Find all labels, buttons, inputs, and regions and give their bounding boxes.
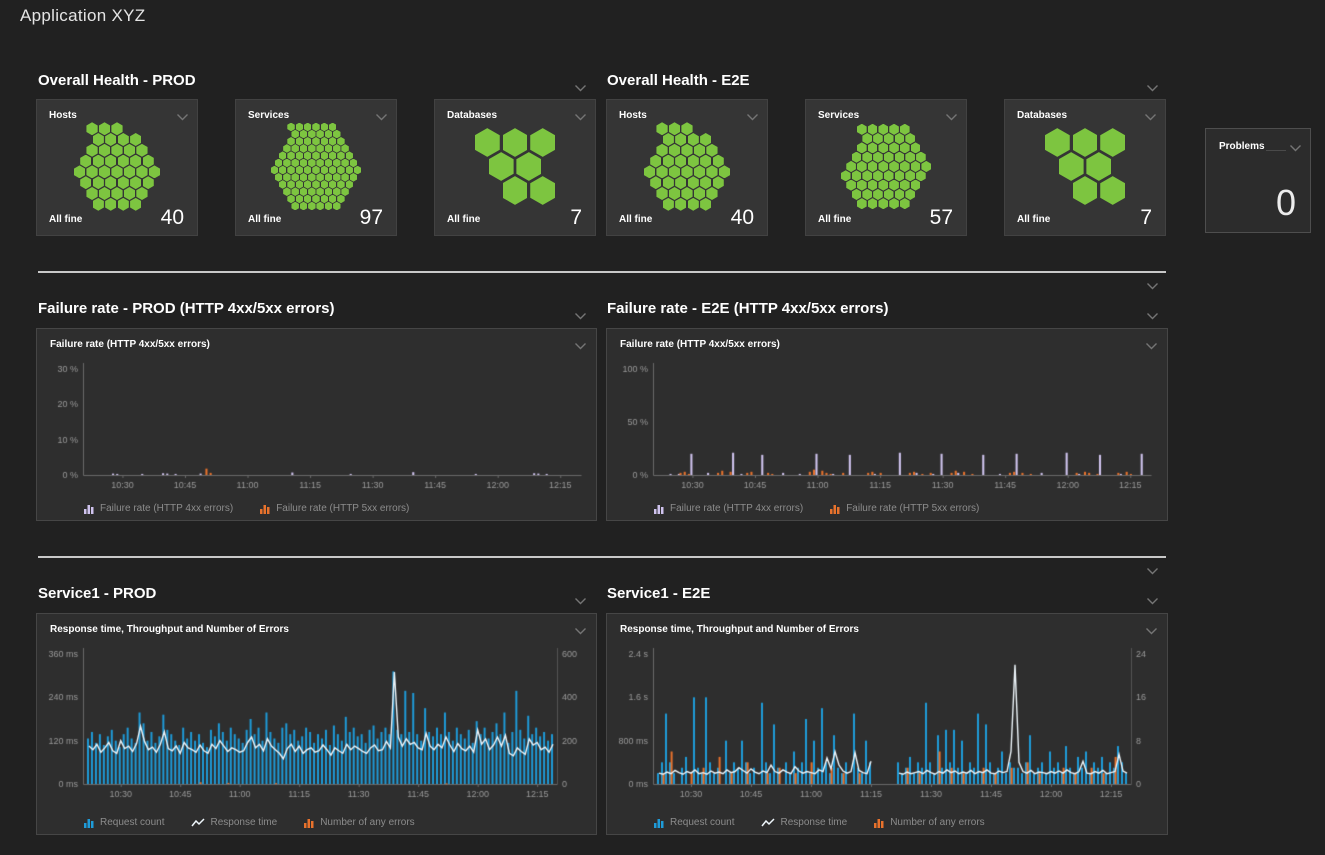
legend-item[interactable]: Number of any errors [303, 817, 414, 828]
tile-status: All fine [1017, 214, 1050, 225]
problems-count: 0 [1276, 182, 1296, 224]
chart-title: Failure rate (HTTP 4xx/5xx errors) [620, 339, 780, 350]
honeycomb-services-prod [246, 124, 386, 209]
tile-count: 57 [930, 206, 953, 230]
section-collapse-chevron[interactable] [1146, 277, 1159, 285]
section-title-service-prod: Service1 - PROD [38, 585, 156, 602]
tile-status: All fine [619, 214, 652, 225]
chart-legend: Request count Response time Number of any … [653, 817, 985, 828]
honeycomb-databases-e2e [1015, 124, 1155, 209]
chevron-down-icon[interactable] [574, 108, 587, 116]
tile-count: 97 [360, 206, 383, 230]
honeycomb-databases-prod [445, 124, 585, 209]
legend-item[interactable]: Response time [191, 817, 278, 828]
chart-title: Response time, Throughput and Number of … [620, 624, 859, 635]
problems-tile[interactable]: Problems 0 [1205, 128, 1311, 233]
tile-label: Services [248, 110, 289, 121]
tile-count: 7 [570, 206, 582, 230]
health-tile-hosts-e2e[interactable]: Hosts All fine 40 [606, 99, 768, 236]
tile-label: Databases [447, 110, 497, 121]
chevron-down-icon[interactable] [1146, 79, 1159, 87]
chevron-down-icon[interactable] [1289, 139, 1302, 147]
service-e2e-panel: Response time, Throughput and Number of … [606, 613, 1168, 835]
section-title-health-prod: Overall Health - PROD [38, 72, 196, 89]
legend-item[interactable]: Request count [83, 817, 165, 828]
health-tile-services-prod[interactable]: Services All fine 97 [235, 99, 397, 236]
section-divider [38, 271, 1166, 273]
chevron-down-icon[interactable] [176, 108, 189, 116]
tile-status: All fine [447, 214, 480, 225]
chart-legend: Failure rate (HTTP 4xx errors) Failure ra… [83, 503, 409, 514]
chevron-down-icon[interactable] [1146, 592, 1159, 600]
legend-item[interactable]: Response time [761, 817, 848, 828]
tile-status: All fine [818, 214, 851, 225]
failure-rate-prod-panel: Failure rate (HTTP 4xx/5xx errors) Failu… [36, 328, 597, 521]
section-title-service-e2e: Service1 - E2E [607, 585, 710, 602]
legend-item[interactable]: Failure rate (HTTP 5xx errors) [259, 503, 409, 514]
service-prod-panel: Response time, Throughput and Number of … [36, 613, 597, 835]
chart-legend: Failure rate (HTTP 4xx errors) Failure ra… [653, 503, 979, 514]
health-tile-services-e2e[interactable]: Services All fine 57 [805, 99, 967, 236]
chart-title: Response time, Throughput and Number of … [50, 624, 289, 635]
tile-label: Databases [1017, 110, 1067, 121]
health-tile-databases-e2e[interactable]: Databases All fine 7 [1004, 99, 1166, 236]
chevron-down-icon[interactable] [375, 108, 388, 116]
page-title: Application XYZ [20, 6, 145, 26]
tile-status: All fine [248, 214, 281, 225]
health-tile-hosts-prod[interactable]: Hosts All fine 40 [36, 99, 198, 236]
section-title-failure-e2e: Failure rate - E2E (HTTP 4xx/5xx errors) [607, 300, 889, 317]
failure-rate-prod-chart[interactable] [39, 359, 595, 499]
tile-label: Services [818, 110, 859, 121]
honeycomb-hosts-e2e [617, 124, 757, 209]
chevron-down-icon[interactable] [1145, 337, 1158, 345]
chevron-down-icon[interactable] [945, 108, 958, 116]
tile-count: 40 [161, 206, 184, 230]
chevron-down-icon[interactable] [574, 592, 587, 600]
tile-count: 7 [1140, 206, 1152, 230]
chevron-down-icon[interactable] [1144, 108, 1157, 116]
section-title-health-e2e: Overall Health - E2E [607, 72, 750, 89]
failure-rate-e2e-chart[interactable] [609, 359, 1165, 499]
honeycomb-hosts-prod [47, 124, 187, 209]
legend-item[interactable]: Failure rate (HTTP 5xx errors) [829, 503, 979, 514]
legend-item[interactable]: Request count [653, 817, 735, 828]
chart-legend: Request count Response time Number of any … [83, 817, 415, 828]
chevron-down-icon[interactable] [746, 108, 759, 116]
chevron-down-icon[interactable] [574, 337, 587, 345]
legend-item[interactable]: Failure rate (HTTP 4xx errors) [83, 503, 233, 514]
section-divider [38, 556, 1166, 558]
legend-item[interactable]: Failure rate (HTTP 4xx errors) [653, 503, 803, 514]
health-tile-databases-prod[interactable]: Databases All fine 7 [434, 99, 596, 236]
dashboard: { "app": { "title": "Application XYZ" },… [0, 0, 1325, 855]
honeycomb-services-e2e [816, 124, 956, 209]
section-collapse-chevron[interactable] [1146, 562, 1159, 570]
problems-label: Problems [1219, 141, 1265, 152]
chevron-down-icon[interactable] [1145, 622, 1158, 630]
tile-status: All fine [49, 214, 82, 225]
chevron-down-icon[interactable] [574, 622, 587, 630]
service-e2e-chart[interactable] [609, 644, 1165, 812]
problems-sparkline [1266, 150, 1286, 151]
chevron-down-icon[interactable] [574, 307, 587, 315]
failure-rate-e2e-panel: Failure rate (HTTP 4xx/5xx errors) Failu… [606, 328, 1168, 521]
chevron-down-icon[interactable] [574, 79, 587, 87]
legend-item[interactable]: Number of any errors [873, 817, 984, 828]
tile-count: 40 [731, 206, 754, 230]
service-prod-chart[interactable] [39, 644, 595, 812]
tile-label: Hosts [49, 110, 77, 121]
chevron-down-icon[interactable] [1146, 307, 1159, 315]
chart-title: Failure rate (HTTP 4xx/5xx errors) [50, 339, 210, 350]
section-title-failure-prod: Failure rate - PROD (HTTP 4xx/5xx errors… [38, 300, 335, 317]
tile-label: Hosts [619, 110, 647, 121]
